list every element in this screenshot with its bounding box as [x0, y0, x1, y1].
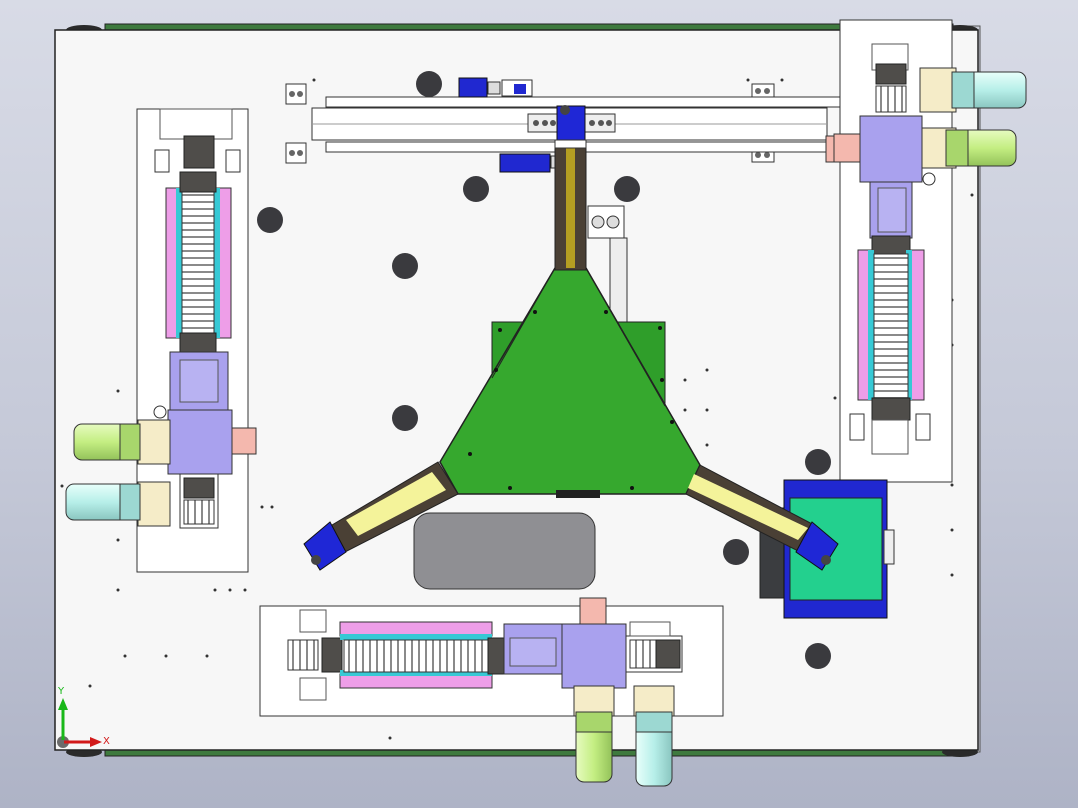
y-axis-label: Y	[58, 686, 65, 697]
bottom-conveyor-module	[259, 597, 724, 787]
x-axis-label: X	[103, 736, 110, 747]
cad-assembly-view	[54, 19, 1027, 787]
base-window-opening	[413, 512, 596, 590]
right-conveyor-module	[833, 19, 1027, 483]
